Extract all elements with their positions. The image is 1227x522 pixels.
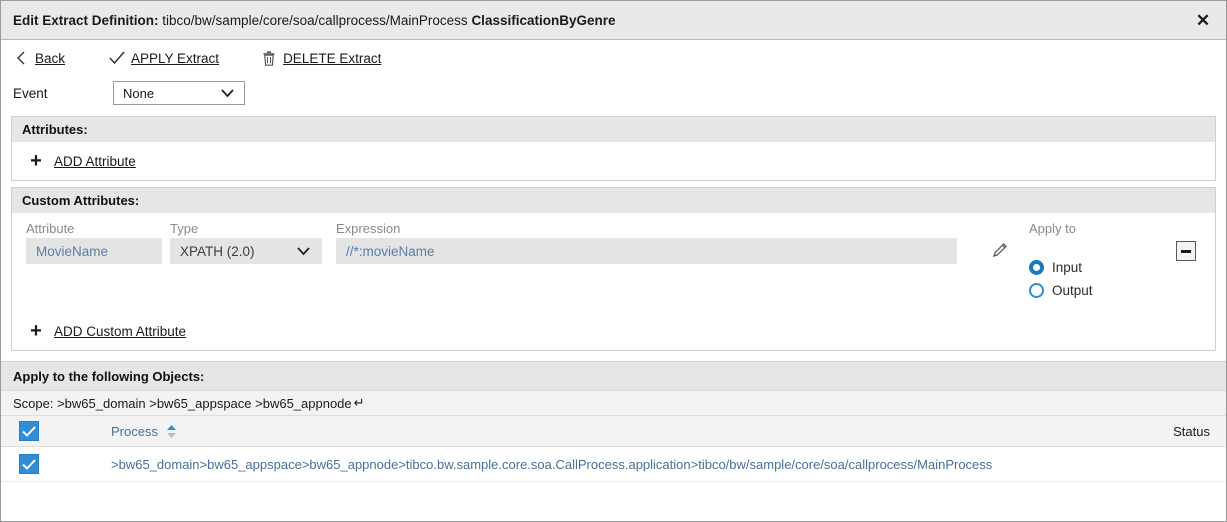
type-select-value: XPATH (2.0) (180, 243, 255, 259)
add-attribute-button[interactable]: + ADD Attribute (12, 142, 1215, 180)
trash-icon (259, 50, 279, 66)
row-process-path: >bw65_domain>bw65_appspace>bw65_appnode>… (111, 456, 993, 472)
apply-to-output-label: Output (1052, 283, 1093, 298)
attributes-panel-header: Attributes: (12, 117, 1215, 142)
status-column-header: Status (1173, 423, 1210, 439)
event-label: Event (13, 85, 48, 101)
custom-attribute-row: MovieName XPATH (2.0) //*:movieName Inpu… (12, 238, 1215, 312)
remove-custom-attribute-button[interactable] (1176, 241, 1196, 261)
select-all-cell (1, 421, 111, 441)
edit-expression-button[interactable] (971, 238, 1029, 262)
apply-to-group-spacer (1029, 238, 1157, 256)
objects-section: Apply to the following Objects: Scope: >… (1, 361, 1226, 502)
chevron-down-icon (221, 89, 234, 98)
process-column-label: Process (111, 423, 158, 439)
close-icon[interactable]: ✕ (1190, 7, 1216, 33)
page-title: Edit Extract Definition: tibco/bw/sample… (1, 13, 616, 28)
row-checkbox[interactable] (19, 454, 39, 474)
type-field-cell: XPATH (2.0) (162, 238, 322, 264)
event-select[interactable]: None (113, 81, 245, 105)
back-label: Back (35, 50, 66, 66)
attribute-field-cell: MovieName (12, 238, 162, 264)
apply-extract-label: APPLY Extract (131, 50, 220, 66)
apply-extract-button[interactable]: APPLY Extract (107, 51, 219, 66)
scope-bar: Scope: >bw65_domain >bw65_appspace >bw65… (1, 390, 1226, 415)
pencil-icon (991, 238, 1009, 262)
minus-icon (1181, 249, 1191, 253)
title-prefix: Edit Extract Definition: (13, 12, 159, 28)
select-all-checkbox[interactable] (19, 421, 39, 441)
title-path: tibco/bw/sample/core/soa/callprocess/Mai… (162, 12, 468, 28)
chevron-down-icon (297, 247, 310, 256)
event-row: Event None (1, 76, 1226, 110)
add-custom-attribute-label: ADD Custom Attribute (54, 323, 187, 339)
attributes-panel: Attributes: + ADD Attribute (11, 116, 1216, 181)
apply-to-output-option[interactable]: Output (1029, 279, 1157, 302)
custom-attributes-panel: Custom Attributes: Attribute Type Expres… (11, 187, 1216, 351)
attribute-input[interactable]: MovieName (26, 238, 162, 264)
process-column-header[interactable]: Process (111, 424, 1096, 439)
custom-attributes-panel-body: Attribute Type Expression Apply to Movie… (12, 213, 1215, 350)
apply-to-radio-group: Input Output (1029, 238, 1157, 302)
title-extract-name: ClassificationByGenre (471, 12, 616, 28)
back-button[interactable]: Back (11, 51, 65, 66)
delete-extract-button[interactable]: DELETE Extract (259, 51, 381, 66)
add-attribute-label: ADD Attribute (54, 153, 136, 169)
toolbar: Back APPLY Extract DELETE Extract (1, 40, 1226, 76)
delete-extract-label: DELETE Extract (283, 50, 382, 66)
sort-icon[interactable] (166, 424, 177, 439)
attribute-column-label: Attribute (26, 221, 75, 236)
return-arrow-icon: ↵ (353, 395, 365, 410)
expression-input[interactable]: //*:movieName (336, 238, 957, 264)
apply-to-column-label: Apply to (1029, 221, 1076, 236)
radio-selected-icon (1029, 260, 1044, 275)
plus-icon: + (30, 320, 42, 342)
row-select-cell (1, 454, 111, 474)
custom-attributes-panel-header: Custom Attributes: (12, 188, 1215, 213)
scope-label: Scope: >bw65_domain >bw65_appspace >bw65… (13, 395, 352, 411)
objects-table-header: Process Status (1, 415, 1226, 447)
event-select-value: None (123, 85, 155, 101)
custom-attribute-column-labels: Attribute Type Expression Apply to (12, 213, 1215, 238)
check-icon (107, 51, 127, 65)
type-select[interactable]: XPATH (2.0) (170, 238, 322, 264)
apply-to-input-label: Input (1052, 260, 1083, 275)
objects-section-header: Apply to the following Objects: (13, 368, 205, 384)
expression-field-cell: //*:movieName (322, 238, 971, 264)
table-bottom-fill (1, 482, 1226, 502)
edit-extract-definition-window: Edit Extract Definition: tibco/bw/sample… (0, 0, 1227, 522)
chevron-left-icon (11, 51, 31, 65)
table-row[interactable]: >bw65_domain>bw65_appspace>bw65_appnode>… (1, 447, 1226, 482)
apply-to-input-option[interactable]: Input (1029, 256, 1157, 279)
attributes-panel-body: + ADD Attribute (12, 142, 1215, 180)
expression-column-label: Expression (336, 221, 401, 236)
type-column-label: Type (170, 221, 199, 236)
radio-unselected-icon (1029, 283, 1044, 298)
add-custom-attribute-button[interactable]: + ADD Custom Attribute (12, 312, 1215, 350)
window-titlebar: Edit Extract Definition: tibco/bw/sample… (1, 1, 1226, 40)
remove-custom-attribute-cell (1157, 238, 1215, 261)
plus-icon: + (30, 150, 42, 172)
